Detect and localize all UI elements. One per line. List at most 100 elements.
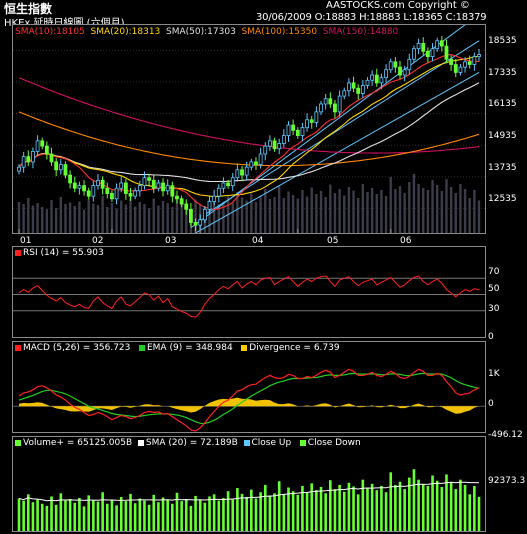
ema-line — [18, 372, 480, 425]
volume-bar — [333, 489, 337, 531]
candle-body — [328, 98, 333, 105]
volume-bar — [315, 490, 318, 531]
volume-bar — [110, 499, 114, 531]
price-volume-shadow — [161, 201, 165, 233]
volume-bar — [96, 501, 100, 531]
price-volume-shadow — [389, 177, 392, 233]
price-volume-shadow — [356, 198, 360, 233]
volume-bar — [40, 503, 44, 531]
sma150-line — [18, 77, 480, 154]
ema-legend-text: EMA (9) = 348.984 — [146, 343, 233, 353]
candle-body — [272, 140, 277, 150]
candle-body — [333, 103, 337, 113]
candle-body — [114, 187, 119, 200]
candle-body — [416, 43, 421, 50]
price-volume-shadow — [106, 207, 109, 233]
price-volume-shadow — [398, 186, 402, 233]
price-volume-shadow — [64, 204, 67, 233]
price-volume-shadow — [417, 184, 420, 233]
volume-bar — [236, 488, 239, 531]
price-volume-shadow — [287, 191, 290, 233]
rsi-legend-text: RSI (14) = 55.903 — [23, 248, 104, 258]
volume-bar — [277, 481, 281, 531]
candle-body — [467, 61, 472, 65]
price-volume-shadow — [384, 196, 388, 233]
x-tick-label: 06 — [400, 236, 412, 246]
candle-body — [31, 150, 35, 163]
price-volume-shadow — [264, 189, 267, 233]
price-volume-shadow — [324, 197, 327, 233]
price-volume-shadow — [343, 195, 346, 233]
price-volume-shadow — [82, 209, 86, 233]
candle-body — [351, 82, 356, 89]
volume-bar — [222, 498, 225, 531]
price-volume-shadow — [78, 201, 81, 233]
price-volume-shadow — [296, 198, 299, 233]
legend-sma10: SMA(10):18105 — [15, 27, 85, 37]
rsi-y-tick: 30 — [488, 304, 500, 314]
candle-body — [226, 182, 230, 187]
volume-bar — [45, 505, 49, 531]
close-down-swatch — [299, 439, 306, 446]
volume-bar — [361, 479, 365, 531]
close-down-legend-text: Close Down — [307, 438, 361, 448]
candle-body — [453, 64, 458, 73]
candle-body — [68, 174, 73, 184]
candle-body — [286, 124, 291, 136]
candle-body — [35, 140, 40, 152]
candle-body — [421, 43, 426, 52]
price-volume-shadow — [282, 198, 286, 233]
rsi-y-tick: 70 — [488, 267, 500, 277]
x-tick-label: 01 — [20, 236, 32, 246]
volume-bar — [324, 493, 327, 531]
volume-bar — [338, 484, 341, 531]
candle-body — [21, 156, 26, 168]
volume-bar — [208, 496, 211, 531]
price-volume-shadow — [305, 196, 309, 233]
divergence-legend-text: Divergence = 6.739 — [249, 343, 340, 353]
price-volume-shadow — [454, 193, 457, 233]
price-volume-shadow — [310, 187, 313, 233]
volume-bar — [250, 489, 253, 531]
price-volume-shadow — [166, 203, 169, 233]
volume-bar — [459, 479, 462, 531]
volume-bar — [435, 480, 439, 531]
volume-bar — [291, 491, 295, 531]
candle-body — [40, 140, 45, 147]
volume-bar — [440, 487, 444, 531]
volume-bar — [319, 487, 323, 531]
volume-bar — [384, 492, 388, 531]
macd-y-tick: 1K — [488, 369, 500, 379]
candle-body — [133, 190, 138, 197]
volume-bar — [226, 491, 230, 531]
candle-body — [119, 182, 124, 189]
price-volume-shadow — [347, 187, 351, 233]
volume-bar — [138, 498, 142, 531]
price-volume-shadow — [120, 200, 123, 233]
price-volume-shadow — [101, 196, 104, 233]
volume-bar — [119, 496, 123, 531]
x-tick-label: 02 — [92, 236, 104, 246]
price-volume-shadow — [329, 184, 332, 233]
price-volume-shadow — [412, 174, 416, 233]
volume-bar — [36, 499, 39, 531]
price-volume-shadow — [180, 204, 183, 233]
volume-bar — [329, 480, 332, 531]
price-volume-shadow — [435, 185, 439, 233]
candle-body — [281, 135, 286, 144]
candle-body — [365, 79, 370, 86]
candle-body — [170, 185, 175, 197]
candle-body — [393, 61, 398, 68]
volume-bar — [68, 499, 72, 531]
price-volume-shadow — [361, 184, 365, 233]
volume-bar — [105, 503, 109, 531]
price-volume-shadow — [366, 192, 369, 233]
volume-legend: Volume+ = 65125.005B SMA (20) = 72.189B … — [15, 438, 361, 448]
ema-swatch — [138, 344, 145, 351]
price-volume-shadow — [45, 209, 49, 233]
candle-body — [244, 166, 249, 176]
candle-body — [91, 185, 96, 197]
candle-body — [235, 169, 240, 179]
price-panel: SMA(10):18105 SMA(20):18313 SMA(50):1730… — [12, 24, 486, 234]
price-volume-shadow — [143, 204, 146, 233]
